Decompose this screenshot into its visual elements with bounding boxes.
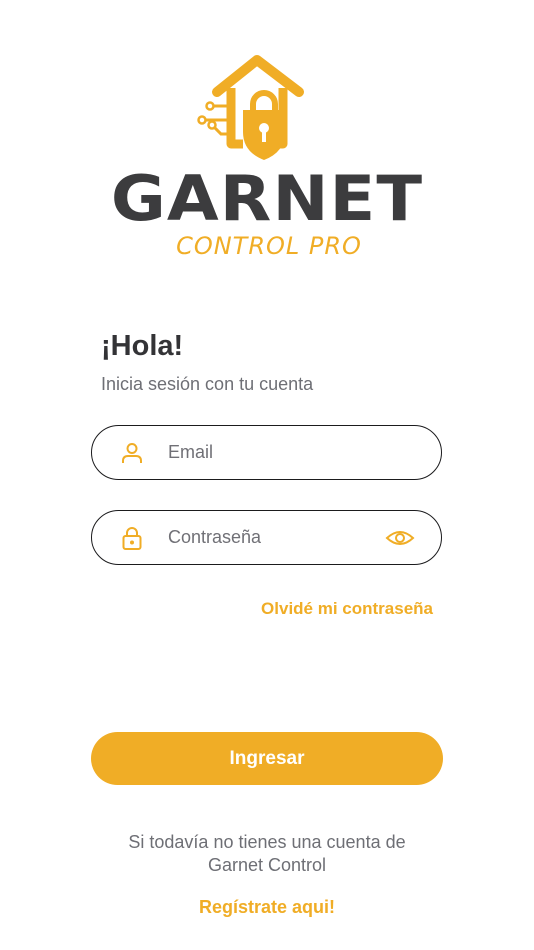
email-placeholder: Email <box>168 442 214 462</box>
eye-icon[interactable] <box>385 526 415 550</box>
login-subtitle: Inicia sesión con tu cuenta <box>101 374 314 394</box>
forgot-password-link[interactable]: Olvidé mi contraseña <box>261 597 433 621</box>
brand-subtitle: CONTROL PRO <box>176 232 362 260</box>
register-link[interactable]: Regístrate aqui! <box>0 895 534 919</box>
user-icon <box>122 443 142 463</box>
brand-name: GARNET <box>110 162 424 235</box>
no-account-line1: Si todavía no tienes una cuenta de <box>128 832 406 852</box>
email-field[interactable]: Email <box>91 425 442 480</box>
password-placeholder: Contraseña <box>168 527 262 547</box>
password-field[interactable]: Contraseña <box>91 510 442 565</box>
no-account-text: Si todavía no tienes una cuenta de Garne… <box>0 831 534 877</box>
lock-icon <box>122 527 142 550</box>
login-button[interactable]: Ingresar <box>91 732 443 785</box>
greeting-title: ¡Hola! <box>101 330 184 362</box>
no-account-line2: Garnet Control <box>207 855 327 875</box>
house-lock-logo-icon <box>197 55 304 160</box>
